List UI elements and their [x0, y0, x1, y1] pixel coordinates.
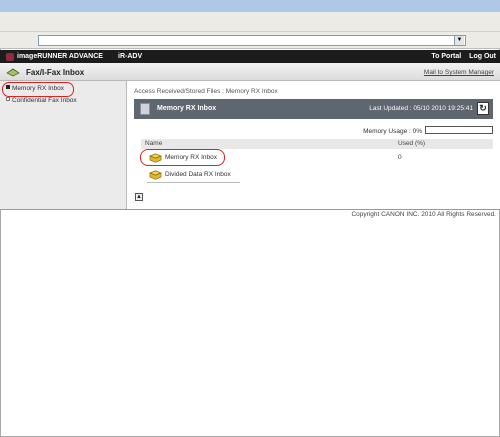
- panel-title: Memory RX Inbox: [157, 105, 217, 112]
- app-bar: imageRUNNER ADVANCE iR-ADV To Portal Log…: [0, 50, 500, 63]
- divided-data-rx-inbox-link[interactable]: Divided Data RX Inbox: [165, 167, 231, 183]
- device-model: iR-ADV: [118, 53, 143, 60]
- column-header-used: Used (%): [398, 140, 426, 147]
- memory-usage: Memory Usage : 0%: [363, 126, 493, 135]
- row-divider: [147, 182, 240, 183]
- copyright: Copyright CANON INC. 2010 All Rights Res…: [351, 211, 496, 218]
- memory-usage-bar: [425, 126, 493, 134]
- canon-logo-icon: [6, 53, 14, 61]
- sidebar: Memory RX Inbox Confidential Fax Inbox: [0, 81, 127, 209]
- address-input[interactable]: ▼: [38, 35, 466, 46]
- browser-title-bar: [0, 0, 500, 12]
- sidebar-item-confidential-fax-inbox[interactable]: Confidential Fax Inbox: [6, 96, 77, 105]
- footer-divider: [0, 209, 500, 210]
- used-percent: 0: [398, 154, 402, 161]
- section-header: Fax/I-Fax Inbox Mail to System Manager: [0, 63, 500, 81]
- sidebar-item-label: Confidential Fax Inbox: [12, 97, 77, 104]
- dropdown-arrow-icon[interactable]: ▼: [454, 36, 464, 45]
- column-header-name: Name: [145, 140, 163, 147]
- panel-header: Memory RX Inbox Last Updated : 05/10 201…: [134, 99, 493, 119]
- bullet-icon: [6, 97, 10, 101]
- page-title: Fax/I-Fax Inbox: [26, 68, 85, 77]
- highlight-callout: [140, 149, 225, 166]
- fax-icon: [6, 68, 20, 77]
- log-out-link[interactable]: Log Out: [469, 53, 496, 60]
- browser-menu-bar: [0, 12, 500, 32]
- to-portal-link[interactable]: To Portal: [431, 53, 461, 60]
- memory-usage-label: Memory Usage : 0%: [363, 128, 422, 135]
- mailbox-icon: [140, 103, 150, 115]
- table-row: Divided Data RX Inbox: [141, 167, 493, 183]
- folder-icon: [149, 170, 162, 180]
- mail-to-system-manager-link[interactable]: Mail to System Manager: [424, 69, 494, 77]
- up-arrow-icon[interactable]: ▲: [135, 193, 143, 201]
- browser-address-bar: ▼: [0, 32, 500, 49]
- refresh-icon[interactable]: ↻: [477, 102, 489, 115]
- breadcrumb: Access Received/Stored Files : Memory RX…: [134, 88, 278, 95]
- highlight-callout: [2, 82, 74, 97]
- table-header: Name Used (%): [141, 139, 493, 149]
- last-updated: Last Updated : 05/10 2010 19:25:41: [369, 105, 473, 112]
- brand-name: imageRUNNER ADVANCE: [17, 53, 103, 60]
- app-links: To Portal Log Out: [425, 53, 496, 61]
- main-content: Access Received/Stored Files : Memory RX…: [127, 81, 500, 209]
